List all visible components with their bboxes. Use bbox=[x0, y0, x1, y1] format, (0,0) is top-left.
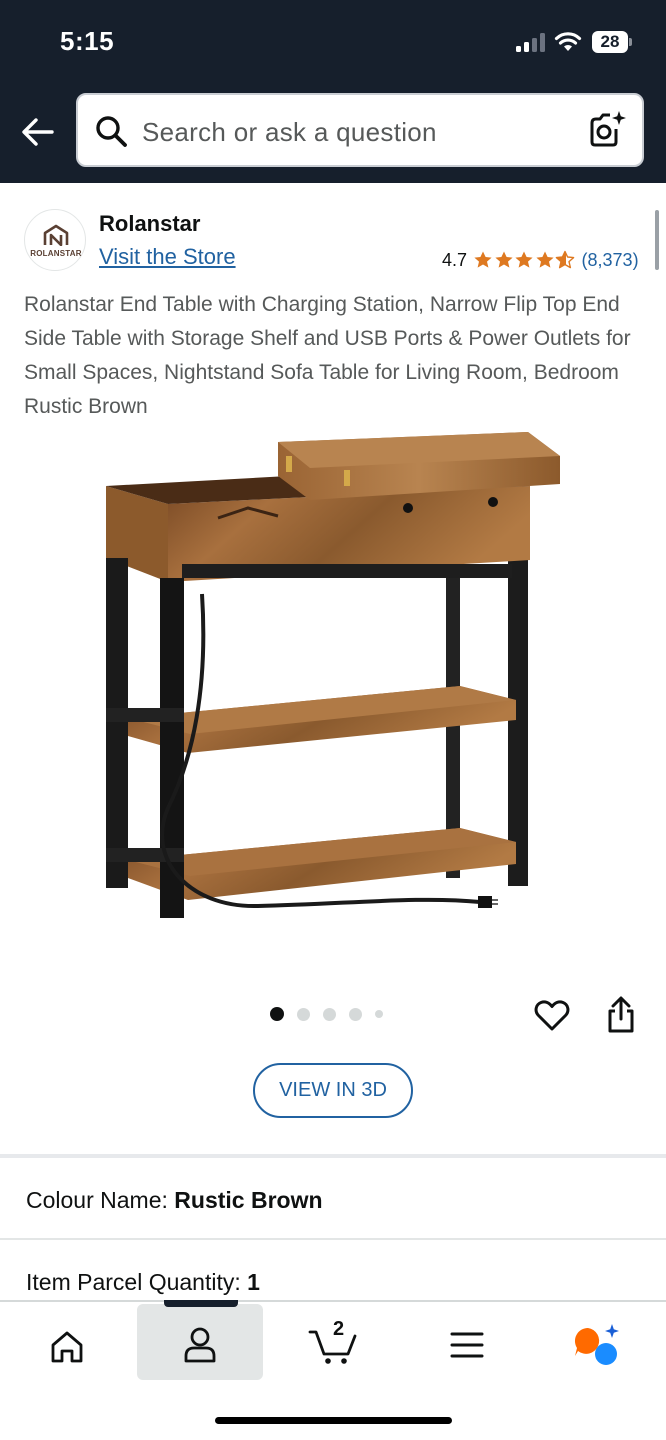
nav-cart[interactable] bbox=[280, 1304, 390, 1380]
colour-value: Rustic Brown bbox=[174, 1187, 323, 1213]
carousel-dot[interactable] bbox=[349, 1007, 362, 1021]
wifi-icon bbox=[554, 32, 582, 51]
search-input[interactable]: Search or ask a question bbox=[76, 93, 644, 167]
attribute-divider bbox=[0, 1238, 666, 1240]
battery-level: 28 bbox=[592, 31, 628, 53]
app-header: 5:15 28 Search or ask a question bbox=[0, 0, 666, 183]
star-icon bbox=[515, 251, 533, 268]
half-star-icon bbox=[555, 250, 575, 269]
brand-logo[interactable]: ROLANSTAR bbox=[24, 209, 86, 271]
rufus-icon bbox=[574, 1324, 619, 1365]
brand-logo-text: ROLANSTAR bbox=[30, 249, 82, 258]
carousel-dot-active[interactable] bbox=[270, 1007, 284, 1021]
share-icon[interactable] bbox=[604, 995, 638, 1035]
rating-summary[interactable]: 4.7 (8,373) bbox=[442, 248, 639, 272]
search-placeholder: Search or ask a question bbox=[142, 117, 437, 147]
cart-count-badge: 2 bbox=[333, 1318, 345, 1340]
product-image[interactable] bbox=[98, 428, 568, 928]
image-carousel-dots[interactable] bbox=[270, 1007, 396, 1021]
brand-name: Rolanstar bbox=[99, 211, 201, 236]
home-indicator[interactable] bbox=[215, 1417, 452, 1424]
star-rating bbox=[473, 250, 576, 270]
scrollbar[interactable] bbox=[655, 210, 659, 270]
home-icon bbox=[51, 1331, 83, 1363]
visit-store-link[interactable]: Visit the Store bbox=[99, 244, 236, 270]
nav-home[interactable] bbox=[20, 1304, 116, 1380]
parcel-quantity-attribute[interactable]: Item Parcel Quantity: 1 bbox=[26, 1269, 260, 1296]
search-icon bbox=[96, 116, 127, 147]
nav-rufus[interactable] bbox=[548, 1304, 648, 1380]
star-icon bbox=[535, 251, 554, 268]
heart-icon[interactable] bbox=[533, 996, 571, 1034]
nav-account[interactable] bbox=[137, 1304, 263, 1380]
active-tab-indicator bbox=[164, 1300, 238, 1307]
rating-value: 4.7 bbox=[442, 249, 468, 270]
battery-indicator: 28 bbox=[592, 31, 632, 53]
nav-menu[interactable] bbox=[420, 1304, 514, 1380]
product-title: Rolanstar End Table with Charging Statio… bbox=[24, 293, 631, 418]
rating-count-link[interactable]: (8,373) bbox=[582, 250, 639, 271]
star-icon bbox=[494, 251, 513, 268]
view-in-3d-button[interactable]: VIEW IN 3D bbox=[253, 1063, 413, 1118]
menu-icon bbox=[450, 1332, 484, 1358]
back-arrow-icon[interactable] bbox=[18, 112, 58, 152]
star-icon bbox=[474, 251, 492, 268]
carousel-dot[interactable] bbox=[297, 1007, 310, 1021]
brand-logo-mark-icon bbox=[43, 224, 69, 246]
camera-search-icon[interactable] bbox=[586, 109, 628, 151]
account-icon bbox=[184, 1327, 216, 1363]
colour-label: Colour Name: bbox=[26, 1187, 168, 1213]
colour-attribute[interactable]: Colour Name: Rustic Brown bbox=[26, 1187, 323, 1214]
status-time: 5:15 bbox=[60, 26, 115, 56]
section-divider bbox=[0, 1154, 666, 1158]
parcel-quantity-value: 1 bbox=[247, 1269, 260, 1295]
parcel-quantity-label: Item Parcel Quantity: bbox=[26, 1269, 241, 1295]
cellular-signal-icon bbox=[516, 32, 546, 52]
carousel-dot[interactable] bbox=[375, 1010, 383, 1018]
carousel-dot[interactable] bbox=[323, 1007, 336, 1021]
